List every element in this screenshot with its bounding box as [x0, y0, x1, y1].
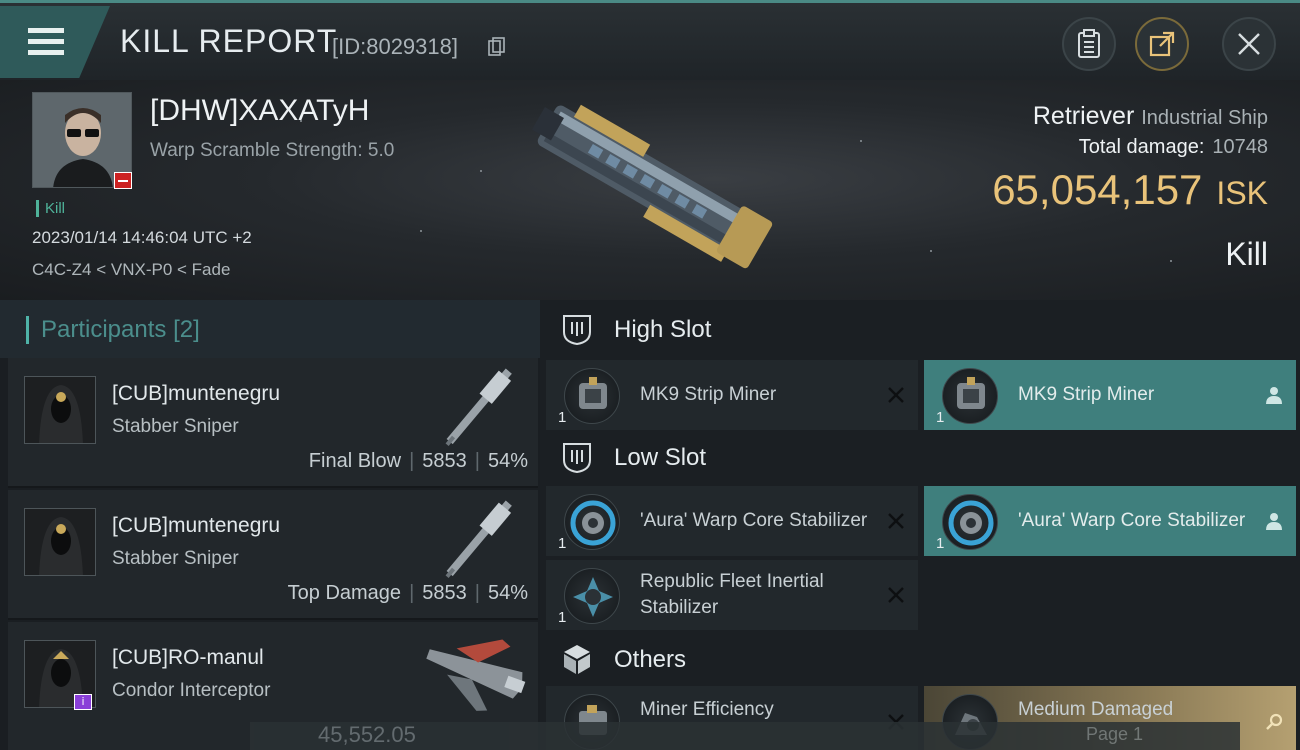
isk-unit: ISK [1216, 175, 1268, 211]
participant-name: [CUB]muntenegru [112, 382, 281, 405]
participant-percent: 54% [487, 582, 528, 604]
share-icon [1149, 31, 1175, 57]
low-slot-label: Low Slot [614, 444, 707, 471]
footer-value: 45,552.05 [318, 722, 416, 747]
high-slot-icon [563, 315, 591, 346]
warp-core-stabilizer-icon [564, 494, 620, 550]
destroyed-x-icon [888, 587, 904, 603]
ship-image [531, 104, 773, 269]
item-name: 'Aura' Warp Core Stabilizer [1018, 510, 1246, 531]
hamburger-icon [28, 28, 64, 56]
item-quantity: 1 [558, 409, 567, 426]
participants-count: [2] [173, 316, 200, 343]
hostile-status-icon [114, 172, 132, 189]
participant-damage: 5853 [422, 450, 467, 472]
participants-label: Participants [2] [26, 316, 200, 344]
item-quantity: 1 [936, 409, 945, 426]
clipboard-icon [1078, 29, 1100, 58]
total-damage-label: Total damage: [1078, 136, 1205, 158]
high-slot-header: High Slot [546, 300, 1300, 358]
participants-panel: Participants [2] [CUB]muntenegru Stabber… [0, 300, 540, 750]
share-button[interactable] [1135, 17, 1189, 71]
weapon-image [445, 368, 512, 446]
others-header: Others [546, 630, 1300, 688]
kill-datetime: 2023/01/14 14:46:04 UTC +2 [32, 228, 252, 247]
total-damage: Total damage: 10748 [1079, 136, 1268, 159]
participant-damage: 5853 [422, 582, 467, 604]
kill-tag: Kill [36, 200, 65, 217]
participant-tag: Top Damage [287, 582, 402, 604]
close-icon [1238, 33, 1260, 55]
item-name: Republic Fleet Inertial Stabilizer [640, 571, 824, 618]
destroyed-item[interactable]: 1 MK9 Strip Miner [546, 360, 918, 430]
participants-title: Participants [41, 316, 167, 343]
low-slot-icon [563, 443, 591, 474]
page-indicator[interactable]: Page 1 [1086, 724, 1143, 745]
dropped-item[interactable]: 1 'Aura' Warp Core Stabilizer [924, 486, 1296, 556]
strip-miner-icon [942, 368, 998, 424]
strip-miner-icon [564, 368, 620, 424]
participant-avatar[interactable] [24, 376, 96, 444]
person-icon [1266, 513, 1282, 530]
participant-avatar[interactable] [24, 508, 96, 576]
item-name: Miner Efficiency [640, 699, 774, 720]
inertial-stabilizer-icon [564, 568, 620, 624]
person-icon [1266, 387, 1282, 404]
result-label: Kill [1225, 236, 1268, 272]
high-slot-label: High Slot [614, 316, 712, 343]
page-title: KILL REPORT [120, 23, 338, 59]
item-quantity: 1 [558, 535, 567, 552]
low-slot-header: Low Slot [546, 428, 1300, 486]
weapon-image [445, 500, 512, 578]
kill-location: C4C-Z4 < VNX-P0 < Fade [32, 260, 231, 279]
total-damage-value: 10748 [1212, 136, 1268, 158]
participant-row[interactable]: [CUB]muntenegru Stabber Sniper Final Blo… [8, 358, 538, 488]
kill-report-id: [ID:8029318] [332, 34, 458, 59]
item-quantity: 1 [558, 609, 567, 626]
close-button[interactable] [1222, 17, 1276, 71]
participant-percent: 54% [487, 450, 528, 472]
participant-stats: Top Damage | 5853 | 54% [287, 582, 528, 604]
copy-icon[interactable] [488, 37, 506, 57]
victim-name[interactable]: [DHW]XAXATyH [150, 94, 369, 128]
item-name: MK9 Strip Miner [640, 384, 777, 405]
ship-name[interactable]: Retriever Industrial Ship [1033, 102, 1268, 131]
participant-tag: Final Blow [308, 450, 402, 472]
ship-type: Retriever [1032, 102, 1135, 130]
top-bar: KILL REPORT [ID:8029318] [0, 0, 1300, 80]
participant-ship: Stabber Sniper [112, 548, 239, 569]
item-name: MK9 Strip Miner [1018, 384, 1155, 405]
dropped-item[interactable]: 1 MK9 Strip Miner [924, 360, 1296, 430]
isk-amount: 65,054,157 [992, 166, 1203, 213]
participant-stats: Final Blow | 5853 | 54% [308, 450, 528, 472]
fitting-panel: High Slot 1 MK9 Strip Miner 1 MK9 Strip … [540, 300, 1300, 750]
item-name: Medium Damaged [1018, 699, 1174, 720]
participant-ship: Stabber Sniper [112, 416, 239, 437]
destroyed-x-icon [888, 387, 904, 403]
participants-header: Participants [2] [0, 300, 540, 358]
others-label: Others [614, 646, 687, 673]
participant-name: [CUB]muntenegru [112, 514, 281, 537]
wrench-icon [1266, 713, 1283, 730]
clipboard-button[interactable] [1062, 17, 1116, 71]
warp-core-stabilizer-icon [942, 494, 998, 550]
destroyed-item[interactable]: 1 Republic Fleet Inertial Stabilizer [546, 560, 918, 630]
info-badge-icon: i [74, 694, 92, 710]
item-quantity: 1 [936, 535, 945, 552]
ship-class: Industrial Ship [1141, 107, 1268, 129]
participant-row[interactable]: [CUB]muntenegru Stabber Sniper Top Damag… [8, 490, 538, 620]
ship-image [426, 639, 526, 711]
kill-summary: [DHW]XAXATyH Warp Scramble Strength: 5.0… [0, 80, 1300, 300]
destroyed-item[interactable]: 1 'Aura' Warp Core Stabilizer [546, 486, 918, 556]
participant-ship: Condor Interceptor [112, 680, 271, 701]
cube-icon [564, 645, 590, 674]
item-name: 'Aura' Warp Core Stabilizer [640, 510, 868, 531]
footer-bar: 45,552.05 Page 1 [250, 722, 1240, 750]
isk-value: 65,054,157 ISK [992, 166, 1268, 214]
warp-scramble-strength: Warp Scramble Strength: 5.0 [150, 140, 395, 161]
menu-button[interactable] [0, 6, 110, 78]
destroyed-x-icon [888, 513, 904, 529]
participant-name: [CUB]RO-manul [112, 646, 264, 669]
